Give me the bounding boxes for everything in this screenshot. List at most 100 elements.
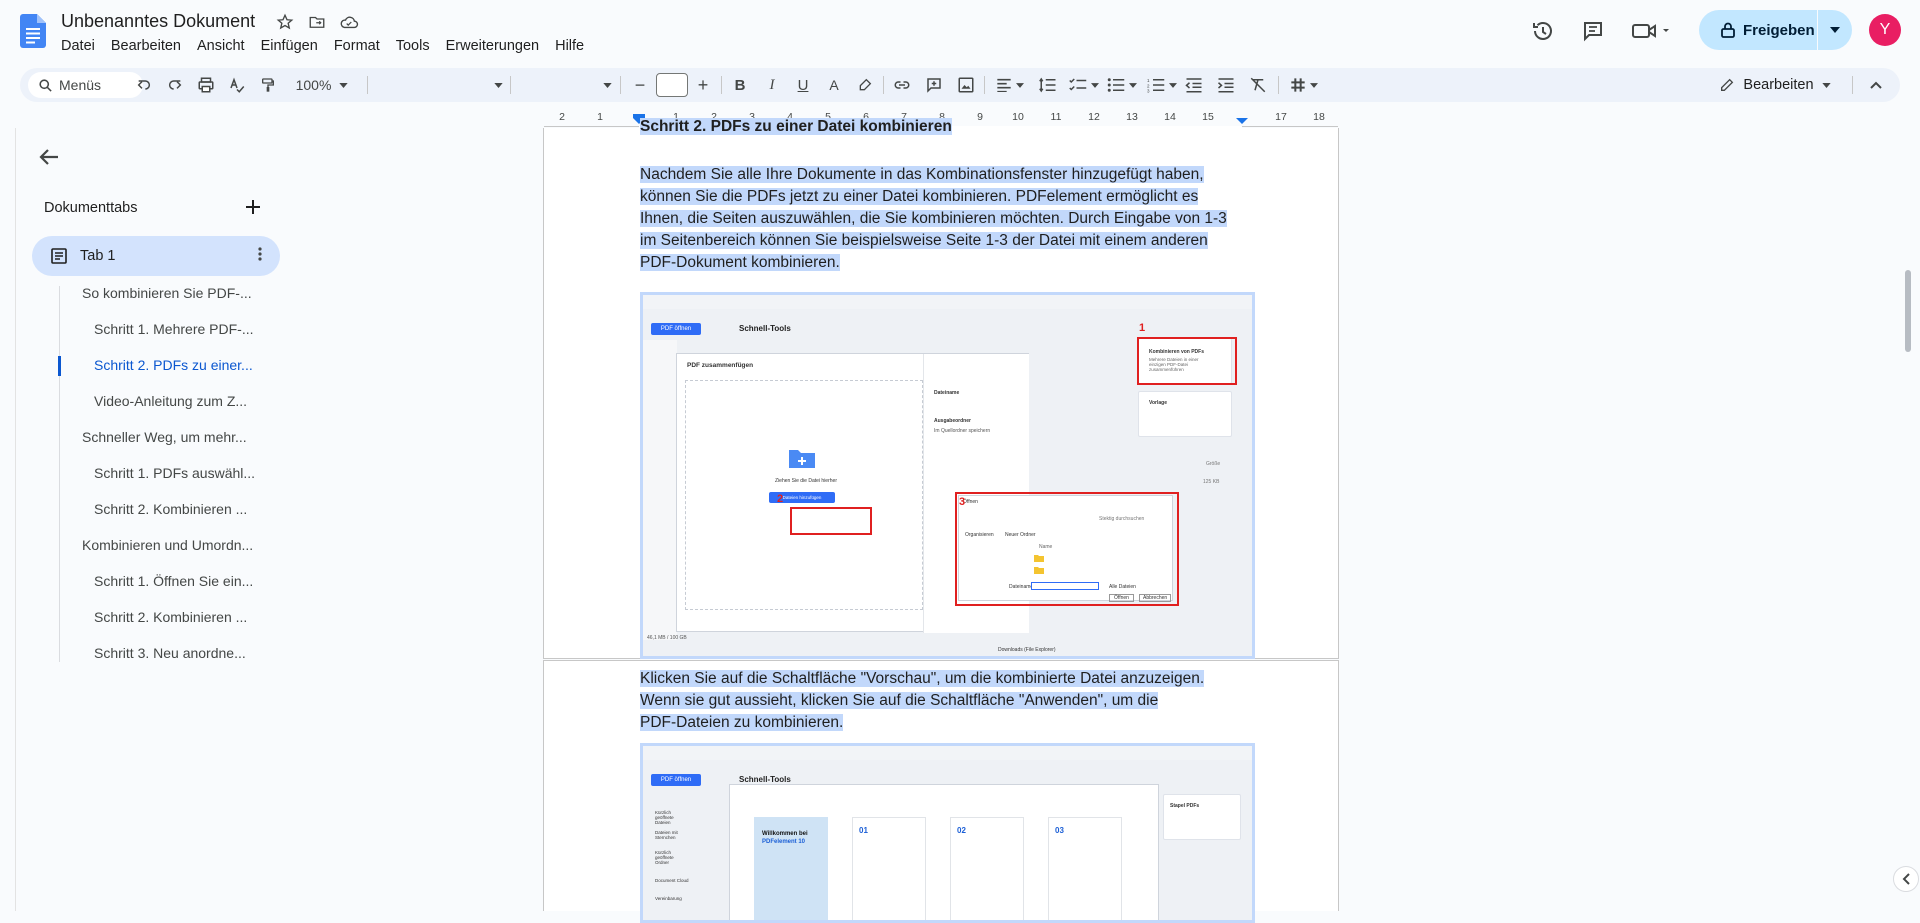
outline-item[interactable]: Video-Anleitung zum Z... (94, 393, 247, 409)
menu-format[interactable]: Format (326, 36, 388, 56)
document-page[interactable]: Schritt 2. PDFs zu einer Datei kombinier… (543, 118, 1339, 659)
account-avatar[interactable]: Y (1869, 14, 1901, 46)
increase-font-size-icon[interactable]: + (691, 68, 715, 102)
checklist-select[interactable] (1066, 68, 1102, 102)
italic-icon[interactable]: I (760, 68, 784, 102)
bold-icon[interactable]: B (728, 68, 752, 102)
app-side-item: Dateien mit Sternchen (655, 830, 678, 840)
svg-text:2: 2 (1147, 83, 1150, 88)
menu-tools[interactable]: Tools (388, 36, 438, 56)
document-canvas[interactable]: Schritt 2. PDFs zu einer Datei kombinier… (543, 118, 1339, 923)
outline-item[interactable]: So kombinieren Sie PDF-... (82, 285, 252, 301)
clear-formatting-icon[interactable] (1246, 68, 1270, 102)
add-comment-icon[interactable] (922, 68, 946, 102)
star-icon[interactable] (275, 12, 295, 32)
decrease-indent-icon[interactable] (1182, 68, 1206, 102)
font-size-input[interactable] (656, 73, 688, 97)
share-main[interactable]: Freigeben (1699, 22, 1817, 39)
menu-bearbeiten[interactable]: Bearbeiten (103, 36, 189, 56)
heading-partial[interactable]: Schritt 2. PDFs zu einer Datei kombinier… (640, 116, 1243, 138)
app-tool-card: Vorlage (1138, 391, 1232, 437)
outline-item[interactable]: Schritt 2. Kombinieren ... (94, 609, 247, 625)
menu-hilfe[interactable]: Hilfe (547, 36, 592, 56)
comments-icon[interactable] (1580, 18, 1606, 44)
text-line: können Sie die PDFs jetzt zu einer Datei… (640, 188, 1199, 205)
spellcheck-icon[interactable] (225, 68, 249, 102)
toolbar-divider (883, 76, 884, 94)
output-label: Ausgabeordner (934, 418, 971, 424)
show-side-panel-icon[interactable] (1893, 866, 1919, 892)
document-tabs-heading: Dokumenttabs (44, 200, 138, 216)
meet-icon[interactable] (1630, 18, 1674, 44)
decrease-font-size-icon[interactable]: − (628, 68, 652, 102)
document-page[interactable]: Klicken Sie auf die Schaltfläche "Vorsch… (543, 660, 1339, 923)
bullet-list-select[interactable] (1104, 68, 1140, 102)
insert-image-icon[interactable] (954, 68, 978, 102)
text-color-icon[interactable]: A (822, 68, 846, 102)
font-select[interactable] (520, 68, 612, 102)
outline-item[interactable]: Schritt 1. Öffnen Sie ein... (94, 573, 253, 589)
outline-item[interactable]: Schritt 3. Neu anordne... (94, 645, 246, 661)
outline-item[interactable]: Schritt 2. Kombinieren ... (94, 501, 247, 517)
chevron-down-icon (1821, 82, 1831, 88)
app-side-item: Kürzlich geöffnete Dateien (655, 810, 674, 825)
highlight-icon[interactable] (853, 68, 877, 102)
undo-icon[interactable] (132, 68, 156, 102)
menu-datei[interactable]: Datei (53, 36, 103, 56)
editing-mode-label: Bearbeiten (1743, 77, 1814, 93)
cloud-status-icon[interactable] (339, 12, 359, 32)
embedded-screenshot-1[interactable]: PDF öffnen Schnell-Tools Kombinieren von… (640, 292, 1255, 659)
increase-indent-icon[interactable] (1214, 68, 1238, 102)
menu-einfuegen[interactable]: Einfügen (253, 36, 326, 56)
chevron-down-icon (494, 82, 503, 88)
menu-search[interactable]: Menüs (28, 72, 143, 98)
heading-text: Schritt 2. PDFs zu einer Datei kombinier… (640, 118, 952, 135)
app-side-item: Vereinbarung (655, 896, 682, 901)
zoom-select[interactable]: 100% (292, 68, 352, 102)
more-tools-select[interactable] (1286, 68, 1322, 102)
outline-item-active[interactable]: Schritt 2. PDFs zu einer... (94, 357, 253, 373)
style-select[interactable] (378, 68, 503, 102)
align-select[interactable] (992, 68, 1028, 102)
share-dropdown-icon[interactable] (1818, 27, 1852, 33)
move-folder-icon[interactable] (307, 12, 327, 32)
page-thumb: 02 (950, 817, 1024, 920)
back-arrow-icon[interactable] (39, 146, 59, 172)
document-title[interactable]: Unbenanntes Dokument (61, 11, 255, 32)
paragraph-2[interactable]: Klicken Sie auf die Schaltfläche "Vorsch… (640, 668, 1243, 734)
share-label: Freigeben (1743, 21, 1815, 39)
share-button[interactable]: Freigeben (1699, 10, 1852, 50)
outline-item[interactable]: Kombinieren und Umordn... (82, 537, 253, 553)
text-line: Klicken Sie auf die Schaltfläche "Vorsch… (640, 670, 1205, 687)
tab-1[interactable]: Tab 1 (32, 236, 280, 276)
card-title: Vorlage (1149, 400, 1167, 406)
toolbar-divider (1852, 76, 1853, 94)
editing-mode-select[interactable]: Bearbeiten (1710, 68, 1840, 102)
outline-item[interactable]: Schneller Weg, um mehr... (82, 429, 247, 445)
link-icon[interactable] (890, 68, 914, 102)
underline-icon[interactable]: U (791, 68, 815, 102)
page-thumb: 01 (852, 817, 926, 920)
menu-erweiterungen[interactable]: Erweiterungen (438, 36, 548, 56)
outline-item[interactable]: Schritt 1. PDFs auswähl... (94, 465, 255, 481)
outline-item[interactable]: Schritt 1. Mehrere PDF-... (94, 321, 253, 337)
add-tab-icon[interactable] (246, 194, 260, 220)
menu-ansicht[interactable]: Ansicht (189, 36, 253, 56)
page-number: 01 (859, 826, 868, 835)
more-options-icon[interactable] (258, 245, 262, 266)
embedded-screenshot-2[interactable]: PDF öffnen Schnell-Tools Kürzlich geöffn… (640, 743, 1255, 923)
paint-format-icon[interactable] (256, 68, 280, 102)
redo-icon[interactable] (163, 68, 187, 102)
collapse-menus-icon[interactable] (1864, 68, 1888, 102)
print-icon[interactable] (194, 68, 218, 102)
docs-logo-icon[interactable] (20, 14, 46, 48)
line-spacing-icon[interactable] (1036, 68, 1060, 102)
numbered-list-select[interactable]: 123 (1144, 68, 1180, 102)
pencil-icon (1721, 78, 1734, 91)
screenshot-1-content: PDF öffnen Schnell-Tools Kombinieren von… (643, 295, 1252, 656)
app-left-nav (643, 340, 677, 640)
version-history-icon[interactable] (1530, 18, 1556, 44)
svg-text:1: 1 (1147, 78, 1150, 83)
vertical-scrollbar-thumb[interactable] (1905, 270, 1911, 352)
zoom-value: 100% (295, 77, 332, 93)
